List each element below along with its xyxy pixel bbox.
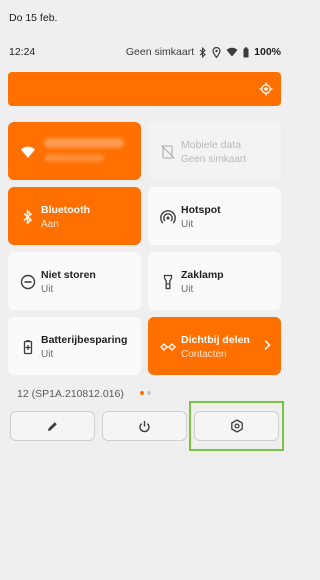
flashlight-icon [163,274,173,290]
tile-title: Dichtbij delen [181,334,250,346]
tile-title: Mobiele data [181,139,242,151]
battery-saver-icon [23,340,33,355]
status-bar: 12:24 Geen simkaart 100% [9,45,281,59]
settings-button[interactable] [194,411,279,441]
page-dot-active [140,391,144,395]
clock: 12:24 [9,46,36,58]
bluetooth-status-icon [199,46,206,58]
tile-title: Zaklamp [181,269,224,281]
wifi-icon [21,146,35,158]
tile-subtitle: Uit [181,284,194,295]
tile-hotspot[interactable]: Hotspot Uit [148,187,281,245]
tile-nearby-share[interactable]: Dichtbij delen Contacten [148,317,281,375]
settings-icon [230,419,243,433]
page-dot [147,391,151,395]
tile-bluetooth[interactable]: Bluetooth Aan [8,187,141,245]
tile-do-not-disturb[interactable]: Niet storen Uit [8,252,141,310]
page-indicator [140,391,151,395]
power-icon [139,420,150,432]
tile-flashlight[interactable]: Zaklamp Uit [148,252,281,310]
tile-title: Niet storen [41,269,96,281]
status-icons: Geen simkaart 100% [126,46,281,58]
power-button[interactable] [102,411,187,441]
wifi-network-name-redacted [44,138,124,148]
wifi-status-redacted [44,154,104,162]
tile-title: Batterijbesparing [41,334,128,346]
tile-subtitle: Contacten [181,349,227,360]
brightness-icon [259,82,273,96]
bluetooth-icon [23,209,33,225]
nearby-share-icon [160,343,176,351]
tile-subtitle: Geen simkaart [181,154,247,165]
tile-wifi[interactable] [8,122,141,180]
tile-mobile-data[interactable]: Mobiele data Geen simkaart [148,122,281,180]
battery-percent: 100% [254,46,281,58]
mobile-data-off-icon [161,145,175,159]
date-label: Do 15 feb. [9,12,58,24]
build-number[interactable]: 12 (SP1A.210812.016) [17,388,124,400]
chevron-right-icon [264,339,271,351]
brightness-slider[interactable] [8,72,281,106]
pencil-icon [48,421,57,431]
location-icon [212,46,221,58]
tile-battery-saver[interactable]: Batterijbesparing Uit [8,317,141,375]
tile-title: Bluetooth [41,204,90,216]
wifi-status-icon [226,47,238,57]
tile-subtitle: Uit [181,219,194,230]
edit-button[interactable] [10,411,95,441]
hotspot-icon [160,210,176,224]
tile-subtitle: Uit [41,284,54,295]
do-not-disturb-icon [20,274,36,290]
battery-icon [243,46,249,57]
sim-status: Geen simkaart [125,46,195,58]
tile-title: Hotspot [181,204,221,216]
tile-subtitle: Uit [41,349,54,360]
tile-subtitle: Aan [41,219,59,230]
